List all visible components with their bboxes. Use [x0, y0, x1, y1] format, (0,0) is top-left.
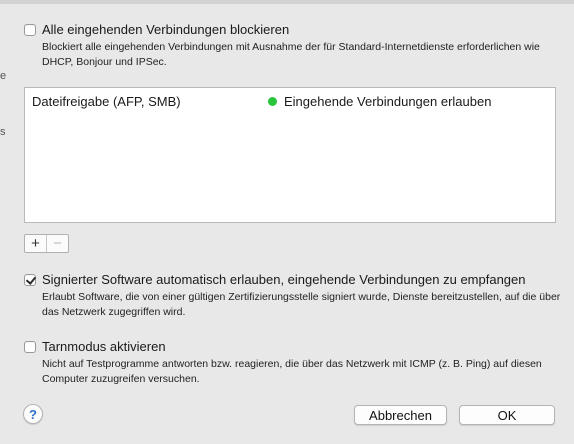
service-status[interactable]: Eingehende Verbindungen erlauben: [284, 94, 491, 109]
remove-button[interactable]: −: [46, 235, 68, 252]
signed-software-description: Erlaubt Software, die von einer gültigen…: [42, 291, 561, 318]
list-add-remove-control: + −: [24, 234, 69, 253]
question-mark-icon: ?: [29, 406, 37, 422]
signed-software-label: Signierter Software automatisch erlauben…: [42, 272, 526, 287]
block-all-description: Blockiert alle eingehenden Verbindungen …: [42, 41, 540, 68]
stealth-mode-checkbox-row[interactable]: Tarnmodus aktivieren: [24, 339, 166, 354]
signed-software-checkbox-row[interactable]: Signierter Software automatisch erlauben…: [24, 272, 526, 287]
services-list[interactable]: Dateifreigabe (AFP, SMB) Eingehende Verb…: [24, 87, 556, 223]
status-dot-icon: [268, 97, 277, 106]
block-all-checkbox-row[interactable]: Alle eingehenden Verbindungen blockieren: [24, 22, 289, 37]
list-item[interactable]: Dateifreigabe (AFP, SMB) Eingehende Verb…: [25, 92, 555, 112]
stealth-mode-label: Tarnmodus aktivieren: [42, 339, 166, 354]
block-all-checkbox[interactable]: [24, 23, 36, 36]
cancel-button[interactable]: Abbrechen: [354, 405, 447, 425]
service-name: Dateifreigabe (AFP, SMB): [32, 94, 181, 109]
firewall-options-sheet: Alle eingehenden Verbindungen blockieren…: [0, 0, 574, 444]
ok-button[interactable]: OK: [459, 405, 555, 425]
stealth-mode-checkbox[interactable]: [24, 340, 36, 353]
add-button[interactable]: +: [25, 235, 46, 252]
signed-software-checkbox[interactable]: [24, 273, 36, 286]
stealth-mode-description: Nicht auf Testprogramme antworten bzw. r…: [42, 358, 542, 385]
help-button[interactable]: ?: [23, 404, 43, 424]
block-all-label: Alle eingehenden Verbindungen blockieren: [42, 22, 290, 37]
